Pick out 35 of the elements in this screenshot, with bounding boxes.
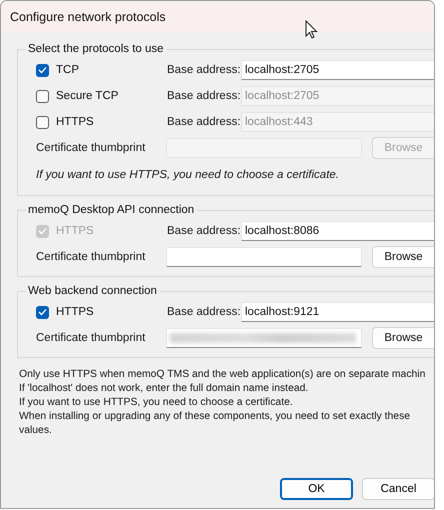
checkbox-label: HTTPS — [56, 116, 94, 128]
browse-button[interactable]: Browse — [372, 246, 434, 268]
dialog-button[interactable]: OK — [280, 478, 353, 500]
browse-button[interactable]: Browse — [372, 327, 434, 349]
checkbox-label: Secure TCP — [56, 90, 118, 102]
info-text: When installing or upgrading any of these components, you need to set exactly these values. — [19, 410, 412, 438]
checkbox[interactable] — [36, 116, 49, 128]
hint-text: If you want to use HTTPS, you need to choose a certificate. — [36, 168, 340, 183]
info-text: If you want to use HTTPS, you need to choose a certificate. — [19, 396, 293, 410]
window-title: Configure network protocols — [10, 10, 166, 24]
field-label: Base address: — [167, 64, 241, 76]
field-label: Base address: — [167, 116, 241, 128]
info-text: Only use HTTPS when memoQ TMS and the web application(s) are on separate machin — [19, 368, 426, 382]
checkbox[interactable] — [36, 64, 49, 76]
group-title: Select the protocols to use — [27, 43, 165, 55]
field-label: Base address: — [167, 225, 241, 237]
thumbprint-field[interactable] — [166, 247, 362, 267]
checkbox[interactable] — [36, 90, 49, 102]
group-title: Web backend connection — [27, 285, 158, 297]
checkbox-label: HTTPS — [56, 306, 94, 318]
field-label: Base address: — [167, 306, 241, 318]
group-title: memoQ Desktop API connection — [27, 204, 196, 216]
address-field[interactable]: localhost:2705 — [241, 60, 434, 80]
dialog-button[interactable]: Cancel — [362, 478, 434, 500]
checkbox-label: TCP — [56, 64, 79, 76]
checkbox[interactable] — [36, 306, 49, 318]
field-label: Certificate thumbprint — [36, 251, 146, 263]
checkbox-label: HTTPS — [56, 225, 94, 237]
field-label: Certificate thumbprint — [36, 332, 146, 344]
field-label: Certificate thumbprint — [36, 142, 146, 154]
address-field[interactable]: localhost:9121 — [241, 302, 434, 322]
info-text: If 'localhost' does not work, enter the full domain name instead. — [19, 382, 308, 396]
mouse-pointer-icon — [305, 20, 319, 40]
thumbprint-field[interactable] — [166, 328, 362, 348]
field-label: Base address: — [167, 90, 241, 102]
